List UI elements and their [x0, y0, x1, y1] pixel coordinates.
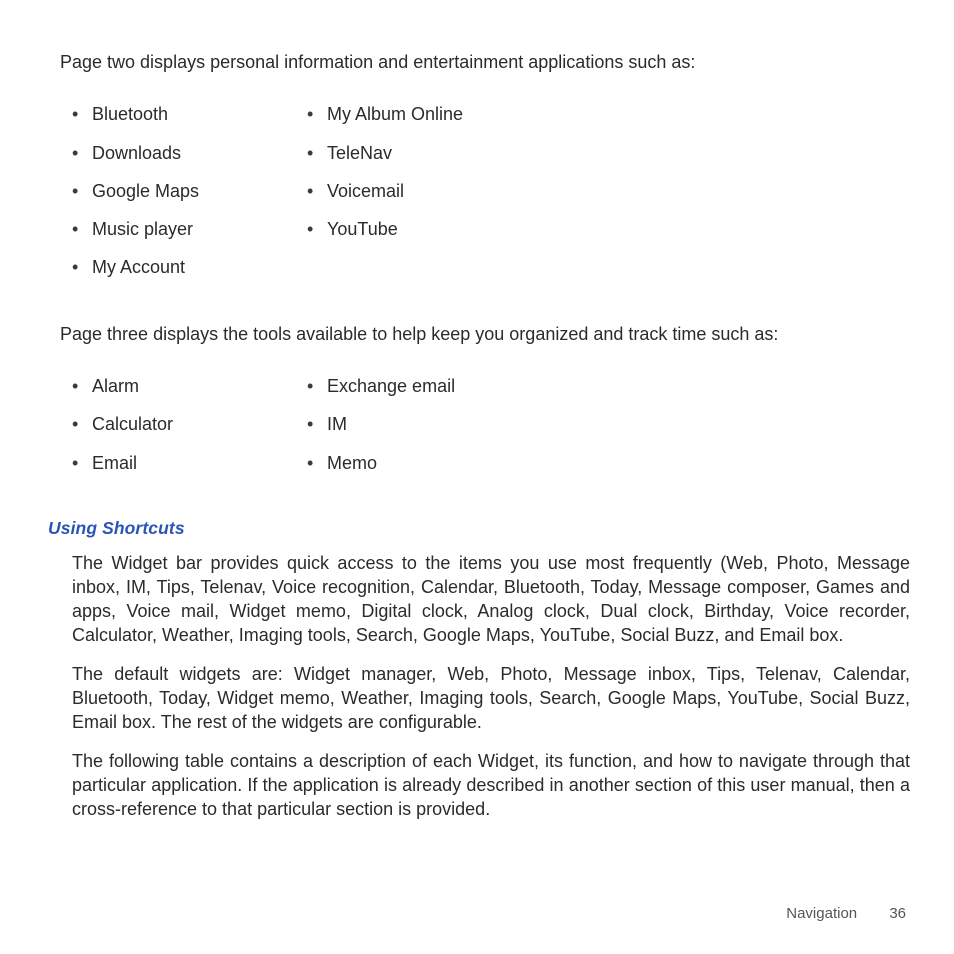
list-item: Google Maps	[88, 179, 295, 203]
list-item: Voicemail	[323, 179, 530, 203]
section-heading: Using Shortcuts	[48, 517, 910, 541]
footer-section-name: Navigation	[786, 905, 857, 922]
list-item: Exchange email	[323, 374, 530, 398]
body-paragraph: The default widgets are: Widget manager,…	[72, 662, 910, 735]
page-two-list: Bluetooth Downloads Google Maps Music pl…	[60, 102, 910, 293]
list-item: Memo	[323, 451, 530, 475]
body-paragraph: The Widget bar provides quick access to …	[72, 551, 910, 648]
list-item: Alarm	[88, 374, 295, 398]
list-item: YouTube	[323, 217, 530, 241]
list-item: My Album Online	[323, 102, 530, 126]
page-three-intro: Page three displays the tools available …	[60, 322, 910, 346]
bullet-list: Exchange email IM Memo	[295, 374, 530, 475]
page-footer: Navigation 36	[786, 904, 906, 924]
document-page: Page two displays personal information a…	[60, 50, 910, 836]
body-paragraph: The following table contains a descripti…	[72, 749, 910, 822]
list-item: TeleNav	[323, 141, 530, 165]
list-col-right: Exchange email IM Memo	[295, 374, 530, 489]
list-item: Email	[88, 451, 295, 475]
list-col-left: Alarm Calculator Email	[60, 374, 295, 489]
list-item: Bluetooth	[88, 102, 295, 126]
bullet-list: My Album Online TeleNav Voicemail YouTub…	[295, 102, 530, 241]
page-two-intro: Page two displays personal information a…	[60, 50, 910, 74]
page-three-list: Alarm Calculator Email Exchange email IM…	[60, 374, 910, 489]
list-item: IM	[323, 412, 530, 436]
list-col-right: My Album Online TeleNav Voicemail YouTub…	[295, 102, 530, 293]
footer-page-number: 36	[889, 905, 906, 922]
list-item: Downloads	[88, 141, 295, 165]
bullet-list: Alarm Calculator Email	[60, 374, 295, 475]
list-item: Calculator	[88, 412, 295, 436]
list-item: My Account	[88, 255, 295, 279]
list-item: Music player	[88, 217, 295, 241]
bullet-list: Bluetooth Downloads Google Maps Music pl…	[60, 102, 295, 279]
list-col-left: Bluetooth Downloads Google Maps Music pl…	[60, 102, 295, 293]
